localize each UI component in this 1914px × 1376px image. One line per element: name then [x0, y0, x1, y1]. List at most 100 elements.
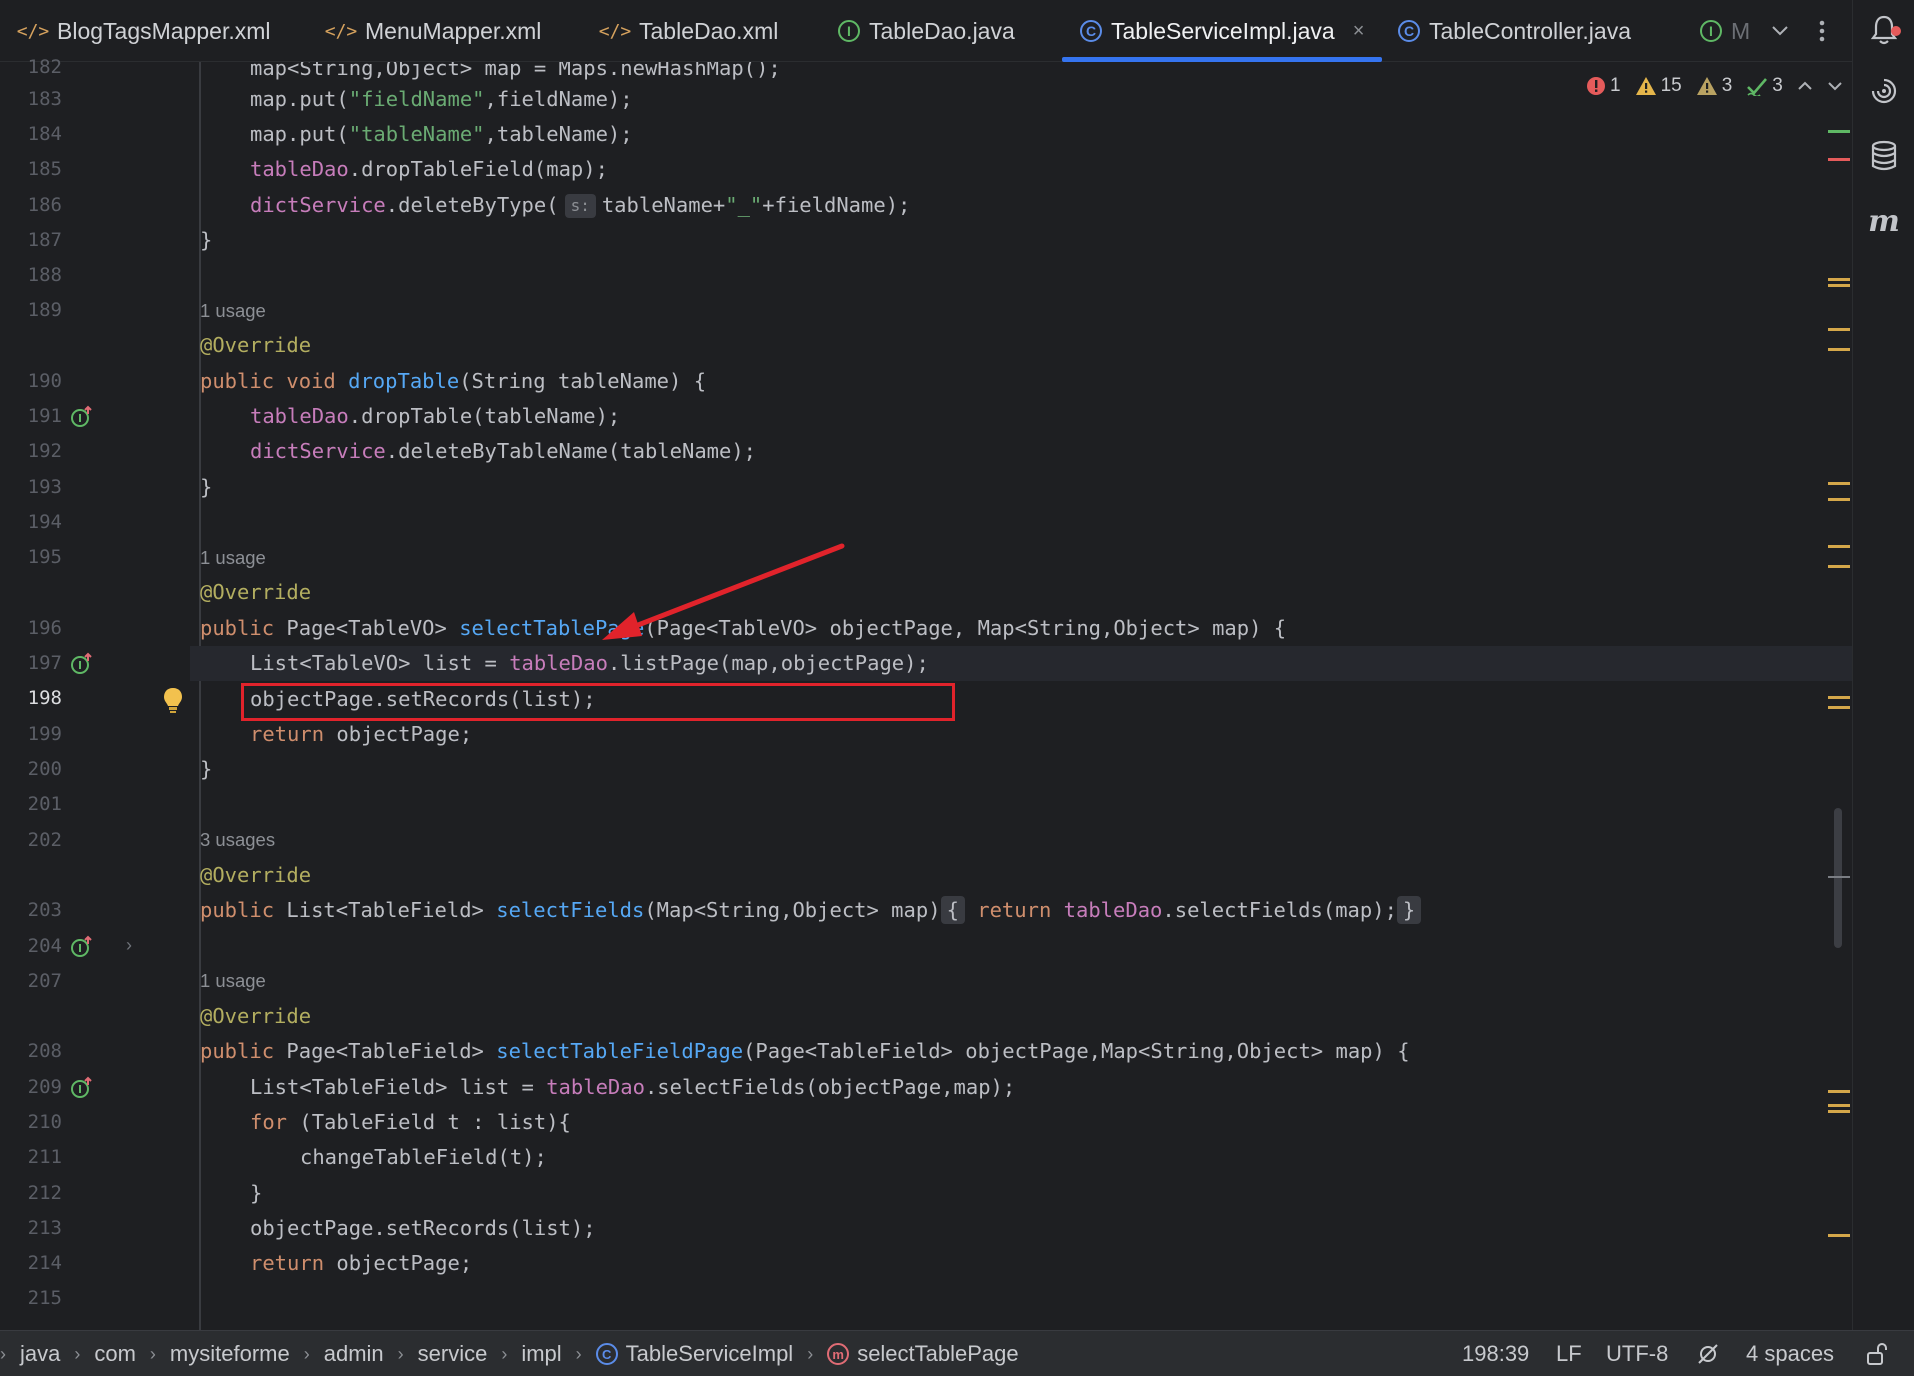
caret-position[interactable]: 198:39 — [1462, 1331, 1529, 1376]
breadcrumb-item: TableServiceImpl — [625, 1341, 794, 1366]
line-number: 196 — [27, 617, 62, 639]
tab-label: M — [1731, 17, 1751, 44]
breadcrumb-item[interactable]: admin — [324, 1341, 384, 1367]
error-stripe-mark[interactable] — [1828, 158, 1850, 161]
usage-hint[interactable]: 1 usage — [200, 293, 266, 328]
string-literal: "fieldName" — [348, 87, 485, 111]
error-stripe-mark[interactable] — [1828, 1090, 1850, 1093]
lightbulb-icon[interactable] — [162, 686, 184, 714]
typos-count[interactable]: 3 — [1746, 75, 1783, 97]
code-line-198-current: List<TableVO> list = tableDao.listPage(m… — [190, 646, 1852, 681]
breadcrumb-class[interactable]: C TableServiceImpl — [595, 1341, 794, 1367]
chevron-right-icon[interactable]: › — [126, 935, 132, 956]
code-token: map.put( — [250, 87, 349, 111]
lock-open-icon[interactable] — [1866, 1331, 1888, 1376]
implements-method-icon[interactable] — [70, 652, 94, 676]
notifications-bell-icon[interactable] — [1853, 14, 1914, 50]
errors-count[interactable]: 1 — [1586, 75, 1621, 97]
implements-method-icon[interactable] — [70, 935, 94, 959]
chevron-down-icon[interactable] — [1827, 81, 1843, 91]
editor-tab-bar: </> BlogTagsMapper.xml </> MenuMapper.xm… — [0, 0, 1852, 62]
code-token: ,fieldName); — [484, 87, 633, 111]
close-icon[interactable]: × — [1353, 20, 1365, 43]
code-line-203: @Override — [190, 858, 1852, 893]
more-options-icon[interactable] — [1804, 0, 1840, 62]
indent-setting[interactable]: 4 spaces — [1746, 1331, 1834, 1376]
tab-tabledao-xml[interactable]: </> TableDao.xml — [599, 0, 779, 62]
usage-hint[interactable]: 1 usage — [200, 540, 266, 575]
maven-icon[interactable]: m — [1853, 204, 1914, 240]
tab-label: TableDao.java — [869, 17, 1015, 44]
error-stripe-mark[interactable] — [1828, 284, 1850, 287]
code-token: (Page<TableField> objectPage,Map<String,… — [743, 1039, 1410, 1063]
code-token: objectPage; — [336, 1251, 473, 1275]
line-separator[interactable]: LF — [1556, 1331, 1582, 1376]
field-ref: dictService — [250, 193, 386, 217]
error-stripe-mark[interactable] — [1828, 706, 1850, 709]
usage-hint[interactable]: 3 usages — [200, 822, 275, 857]
tab-truncated[interactable]: I M — [1700, 0, 1760, 62]
chevron-down-icon[interactable] — [1762, 0, 1798, 62]
inspection-widget[interactable]: 1 15 3 3 — [1586, 70, 1843, 102]
error-stripe-mark[interactable] — [1828, 348, 1850, 351]
code-text: } — [200, 757, 213, 781]
warnings-count[interactable]: 15 — [1635, 75, 1682, 97]
error-stripe-mark[interactable] — [1828, 1104, 1850, 1107]
right-tool-strip: m — [1852, 0, 1914, 1330]
error-stripe-mark[interactable] — [1828, 696, 1850, 699]
line-number: 199 — [27, 723, 62, 745]
error-stripe-mark[interactable] — [1828, 130, 1850, 133]
file-encoding[interactable]: UTF-8 — [1606, 1331, 1668, 1376]
breadcrumb-separator: › — [807, 1343, 814, 1364]
tab-blogtagsmapper-xml[interactable]: </> BlogTagsMapper.xml — [17, 0, 271, 62]
code-line-190: @Override — [190, 328, 1852, 363]
error-stripe-mark[interactable] — [1828, 278, 1850, 281]
usage-hint[interactable]: 1 usage — [200, 963, 266, 998]
xml-icon: </> — [324, 20, 358, 42]
annotation: @Override — [200, 863, 312, 887]
line-number: 203 — [27, 899, 62, 921]
field-ref: tableDao — [250, 404, 349, 428]
ai-assistant-icon[interactable] — [1853, 76, 1914, 112]
field-ref: tableDao — [250, 157, 349, 181]
implements-method-icon[interactable] — [70, 405, 94, 429]
breadcrumb-item[interactable]: com — [94, 1341, 136, 1367]
code-line-194: } — [190, 470, 1852, 505]
typo-check-icon — [1747, 78, 1768, 96]
error-stripe-mark[interactable] — [1828, 1110, 1850, 1113]
breadcrumb-item[interactable]: impl — [521, 1341, 561, 1367]
breadcrumb-method[interactable]: m selectTablePage — [827, 1341, 1019, 1367]
line-number: 195 — [27, 546, 62, 568]
highlighting-level-icon[interactable] — [1696, 1331, 1720, 1376]
tab-label: MenuMapper.xml — [365, 17, 542, 44]
method-name: selectTableFieldPage — [496, 1039, 744, 1063]
tab-tabledao-java[interactable]: I TableDao.java — [838, 0, 1015, 62]
error-stripe-mark[interactable] — [1828, 482, 1850, 485]
implements-method-icon[interactable] — [70, 1076, 94, 1100]
weak-warnings-count[interactable]: 3 — [1696, 75, 1732, 97]
database-icon[interactable] — [1853, 140, 1914, 176]
folded-region[interactable]: { — [940, 896, 965, 924]
vertical-scrollbar-thumb[interactable] — [1834, 808, 1842, 948]
error-stripe-mark[interactable] — [1828, 498, 1850, 501]
tab-menumapper-xml[interactable]: </> MenuMapper.xml — [324, 0, 542, 62]
breadcrumb-item[interactable]: mysiteforme — [170, 1341, 290, 1367]
annotation-arrow — [602, 543, 845, 640]
code-line-196: @Override — [190, 575, 1852, 610]
line-number: 209 — [27, 1076, 62, 1098]
breadcrumb-separator: › — [575, 1343, 582, 1364]
line-number: 188 — [27, 264, 62, 286]
breadcrumb-item[interactable]: service — [418, 1341, 488, 1367]
error-stripe-mark[interactable] — [1828, 1234, 1850, 1237]
error-stripe-mark[interactable] — [1828, 545, 1850, 548]
caret-stripe-mark — [1828, 876, 1850, 878]
breadcrumb-item[interactable]: java — [20, 1341, 60, 1367]
errors-count-label: 1 — [1610, 75, 1621, 96]
folded-region[interactable]: } — [1396, 896, 1422, 924]
tab-tableserviceimpl-java[interactable]: C TableServiceImpl.java × — [1080, 0, 1364, 62]
error-stripe-mark[interactable] — [1828, 565, 1850, 568]
method-name: selectFields — [496, 898, 645, 922]
chevron-up-icon[interactable] — [1797, 81, 1813, 91]
error-stripe-mark[interactable] — [1828, 328, 1850, 331]
tab-tablecontroller-java[interactable]: C TableController.java — [1398, 0, 1631, 62]
